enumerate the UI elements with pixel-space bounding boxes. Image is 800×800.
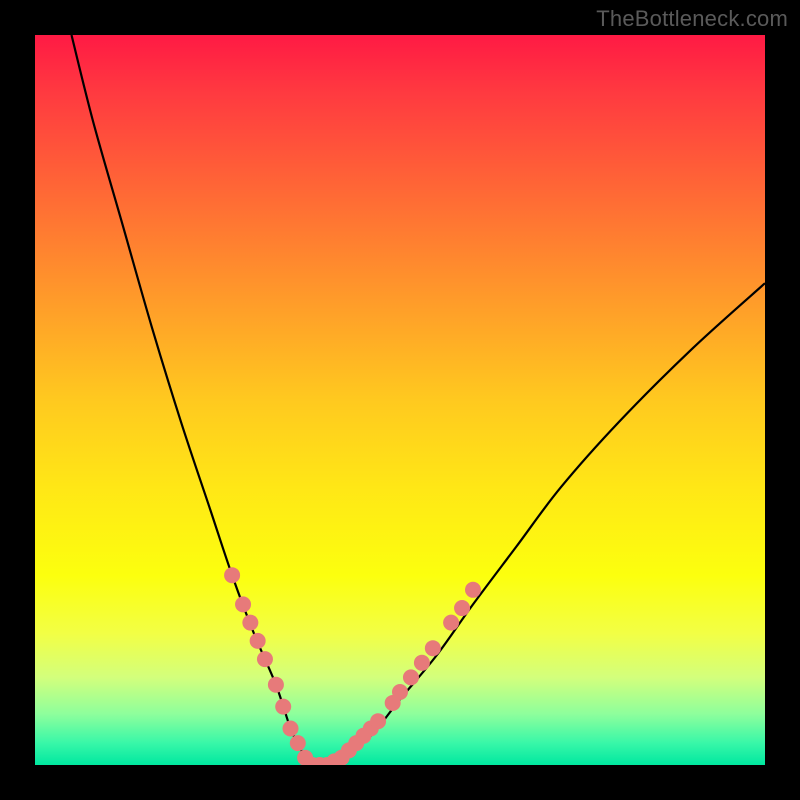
highlighted-point <box>290 735 306 751</box>
highlighted-point <box>403 669 419 685</box>
highlighted-point <box>250 633 266 649</box>
highlighted-point <box>275 699 291 715</box>
highlighted-point <box>257 651 273 667</box>
chart-svg <box>35 35 765 765</box>
highlighted-point <box>370 713 386 729</box>
marker-layer <box>224 567 481 765</box>
highlighted-point <box>392 684 408 700</box>
highlighted-point <box>443 615 459 631</box>
highlighted-point <box>465 582 481 598</box>
plot-area <box>35 35 765 765</box>
highlighted-point <box>224 567 240 583</box>
highlighted-point <box>283 721 299 737</box>
bottleneck-curve <box>72 35 766 765</box>
highlighted-point <box>425 640 441 656</box>
watermark-text: TheBottleneck.com <box>596 6 788 32</box>
highlighted-point <box>268 677 284 693</box>
highlighted-point <box>454 600 470 616</box>
chart-container: TheBottleneck.com <box>0 0 800 800</box>
highlighted-point <box>235 596 251 612</box>
highlighted-point <box>414 655 430 671</box>
curve-layer <box>72 35 766 765</box>
highlighted-point <box>242 615 258 631</box>
